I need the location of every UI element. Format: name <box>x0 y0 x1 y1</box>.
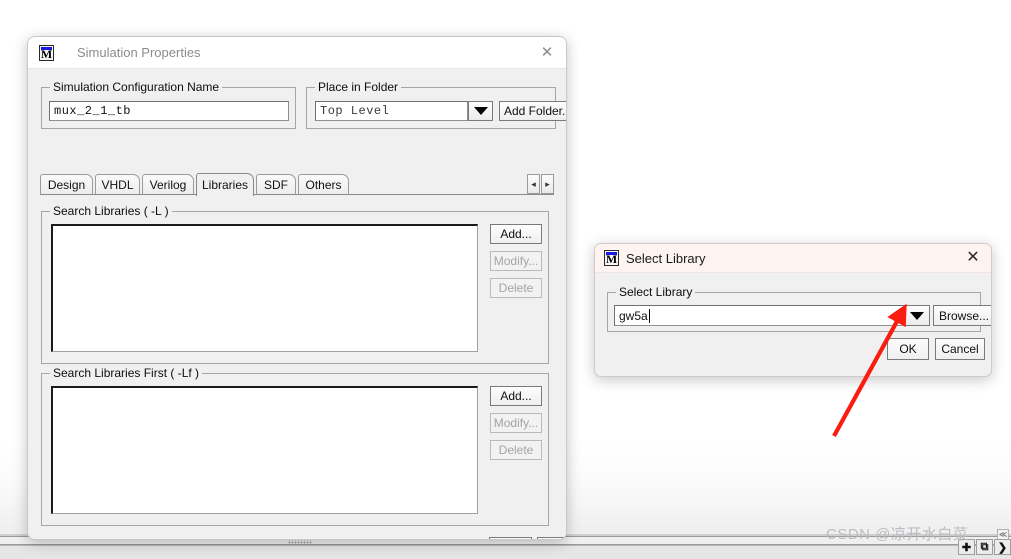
modelsim-m-icon: M <box>39 45 54 61</box>
window-title: Simulation Properties <box>77 45 201 60</box>
external-link-icon[interactable]: ⧉ <box>976 539 993 555</box>
search-libraries-first-listbox[interactable] <box>51 386 478 514</box>
search-libraries-listbox[interactable] <box>51 224 478 352</box>
tab-others[interactable]: Others <box>298 174 349 195</box>
simulation-properties-body: Simulation Configuration Name mux_2_1_tb… <box>28 69 566 539</box>
tab-design[interactable]: Design <box>40 174 93 195</box>
modelsim-m-icon: M <box>604 250 619 266</box>
search-libraries-first-delete-button[interactable]: Delete <box>490 440 542 460</box>
tab-vhdl[interactable]: VHDL <box>95 174 140 195</box>
place-in-folder-combo-input[interactable]: Top Level <box>315 101 468 121</box>
tab-underline <box>40 194 554 195</box>
tab-verilog[interactable]: Verilog <box>142 174 194 195</box>
simulation-properties-titlebar[interactable]: M Simulation Properties ✕ <box>28 37 566 69</box>
search-libraries-first-modify-button[interactable]: Modify... <box>490 413 542 433</box>
group-title-select-library: Select Library <box>616 285 696 299</box>
tab-scroll-prev-button[interactable]: ◂ <box>527 174 540 194</box>
search-libraries-delete-button[interactable]: Delete <box>490 278 542 298</box>
tab-scroll-next-button[interactable]: ▸ <box>541 174 554 194</box>
close-icon[interactable]: ✕ <box>538 44 556 62</box>
tab-sdf[interactable]: SDF <box>256 174 296 195</box>
select-library-input-value: gw5a <box>619 308 648 323</box>
search-libraries-add-button[interactable]: Add... <box>490 224 542 244</box>
close-icon[interactable]: ✕ <box>964 249 982 267</box>
place-in-folder-group: Place in Folder Top Level Add Folder... <box>306 80 566 129</box>
select-library-cancel-button[interactable]: Cancel <box>935 338 985 360</box>
chevron-down-icon[interactable] <box>468 101 493 121</box>
simulation-configuration-name-group: Simulation Configuration Name mux_2_1_tb <box>41 80 296 129</box>
text-caret <box>648 308 650 323</box>
select-library-dialog: M Select Library ✕ Select Library gw5a B… <box>594 243 992 377</box>
group-title-search-libraries-first: Search Libraries First ( -Lf ) <box>50 366 203 380</box>
group-title-place-in-folder: Place in Folder <box>315 80 402 94</box>
select-library-input[interactable]: gw5a <box>614 305 904 326</box>
select-library-ok-button[interactable]: OK <box>887 338 929 360</box>
tab-libraries[interactable]: Libraries <box>196 173 254 196</box>
group-title-config-name: Simulation Configuration Name <box>50 80 223 94</box>
add-folder-button[interactable]: Add Folder... <box>499 101 566 121</box>
chevron-right-icon[interactable]: ❯ <box>994 539 1011 555</box>
simulation-configuration-name-input[interactable]: mux_2_1_tb <box>49 101 289 121</box>
bottom-status-strip <box>0 545 1011 559</box>
select-library-titlebar[interactable]: M Select Library ✕ <box>595 244 991 273</box>
tab-bar: Design VHDL Verilog Libraries SDF Others… <box>40 173 554 196</box>
select-library-group: Select Library gw5a Browse... <box>607 285 991 332</box>
search-libraries-first-group: Search Libraries First ( -Lf ) Add... Mo… <box>41 366 549 526</box>
save-button[interactable]: Save <box>489 537 532 539</box>
simulation-properties-dialog: M Simulation Properties ✕ Simulation Con… <box>27 36 567 540</box>
search-libraries-group: Search Libraries ( -L ) Add... Modify...… <box>41 204 549 364</box>
group-title-search-libraries: Search Libraries ( -L ) <box>50 204 172 218</box>
chevron-down-icon[interactable] <box>904 305 930 326</box>
search-libraries-first-add-button[interactable]: Add... <box>490 386 542 406</box>
watermark-text: CSDN @凉开水白菜 <box>826 526 969 543</box>
search-libraries-modify-button[interactable]: Modify... <box>490 251 542 271</box>
browse-button[interactable]: Browse... <box>933 305 991 326</box>
select-library-title: Select Library <box>626 251 706 266</box>
